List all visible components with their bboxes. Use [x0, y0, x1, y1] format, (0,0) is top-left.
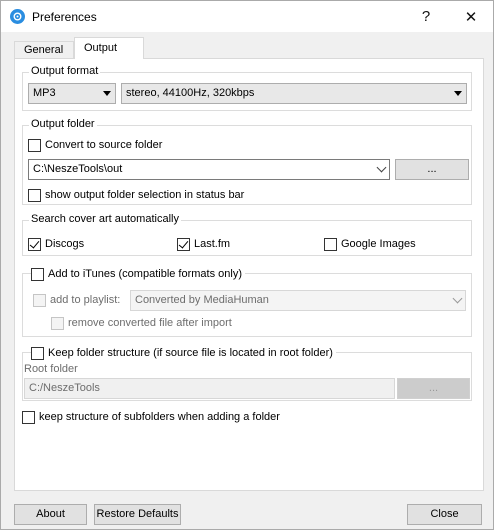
checkbox-box: [31, 346, 44, 360]
restore-defaults-button[interactable]: Restore Defaults: [94, 504, 181, 525]
help-button[interactable]: ?: [403, 1, 449, 32]
chevron-down-icon: [452, 293, 463, 304]
output-format-group: Output format MP3 stereo, 44100Hz, 320kb…: [22, 65, 472, 111]
chevron-down-icon: [103, 91, 111, 96]
tab-output[interactable]: Output: [74, 37, 144, 59]
convert-to-source-label: Convert to source folder: [45, 139, 163, 151]
format-select[interactable]: MP3: [28, 83, 116, 104]
close-button[interactable]: Close: [407, 504, 482, 525]
cover-art-group: Search cover art automatically Discogs L…: [22, 213, 472, 256]
add-to-itunes-label: Add to iTunes (compatible formats only): [48, 268, 243, 280]
chevron-down-icon: [454, 91, 462, 96]
title-bar: Preferences ? ✕: [1, 1, 493, 32]
quality-select[interactable]: stereo, 44100Hz, 320kbps: [121, 83, 467, 104]
close-window-button[interactable]: ✕: [448, 1, 494, 32]
keep-subfolders-checkbox[interactable]: keep structure of subfolders when adding…: [22, 410, 280, 424]
discogs-checkbox[interactable]: Discogs: [28, 237, 84, 251]
checkbox-box: [33, 293, 46, 307]
remove-after-import-label: remove converted file after import: [68, 317, 232, 329]
output-folder-title: Output folder: [29, 118, 97, 130]
google-images-checkbox[interactable]: Google Images: [324, 237, 416, 251]
remove-after-import-checkbox[interactable]: remove converted file after import: [51, 316, 232, 330]
browse-output-button[interactable]: ...: [395, 159, 469, 180]
checkbox-box: [28, 138, 41, 152]
root-folder-input[interactable]: C:/NeszeTools: [24, 378, 395, 399]
add-to-playlist-label: add to playlist:: [50, 294, 121, 306]
checkbox-box: [31, 267, 44, 281]
checkbox-box: [28, 237, 41, 251]
lastfm-label: Last.fm: [194, 238, 231, 250]
folder-structure-group: Keep folder structure (if source file is…: [22, 346, 472, 401]
cover-art-title: Search cover art automatically: [29, 213, 181, 225]
keep-subfolders-label: keep structure of subfolders when adding…: [39, 411, 280, 423]
itunes-group: Add to iTunes (compatible formats only) …: [22, 267, 472, 337]
keep-folder-structure-checkbox[interactable]: Keep folder structure (if source file is…: [31, 346, 336, 360]
tab-general[interactable]: General: [14, 41, 74, 59]
root-folder-label: Root folder: [24, 363, 78, 375]
chevron-down-icon: [376, 162, 387, 173]
window-title: Preferences: [32, 10, 97, 24]
format-select-value: MP3: [33, 87, 56, 99]
add-to-itunes-checkbox[interactable]: Add to iTunes (compatible formats only): [31, 267, 246, 281]
checkbox-box: [22, 410, 35, 424]
checkbox-box: [28, 188, 41, 202]
lastfm-checkbox[interactable]: Last.fm: [177, 237, 230, 251]
output-format-title: Output format: [29, 65, 101, 77]
preferences-window: Preferences ? ✕ General Output Output fo…: [0, 0, 494, 530]
convert-to-source-checkbox[interactable]: Convert to source folder: [28, 138, 162, 152]
browse-root-folder-button[interactable]: ...: [397, 378, 470, 399]
checkbox-box: [324, 237, 337, 251]
output-path-combo[interactable]: C:\NeszeTools\out: [28, 159, 390, 180]
show-in-status-bar-checkbox[interactable]: show output folder selection in status b…: [28, 188, 244, 202]
root-folder-value: C:/NeszeTools: [29, 382, 100, 394]
quality-select-value: stereo, 44100Hz, 320kbps: [126, 87, 255, 99]
discogs-label: Discogs: [45, 238, 85, 250]
output-folder-group: Output folder Convert to source folder C…: [22, 118, 472, 205]
output-path-value: C:\NeszeTools\out: [33, 163, 123, 175]
about-button[interactable]: About: [14, 504, 87, 525]
keep-folder-structure-label: Keep folder structure (if source file is…: [48, 347, 333, 359]
add-to-playlist-checkbox[interactable]: add to playlist:: [33, 293, 120, 307]
output-tab-panel: Output format MP3 stereo, 44100Hz, 320kb…: [14, 58, 484, 491]
google-images-label: Google Images: [341, 238, 416, 250]
show-in-status-bar-label: show output folder selection in status b…: [45, 189, 245, 201]
app-icon: [10, 9, 25, 24]
checkbox-box: [177, 237, 190, 251]
playlist-select-value: Converted by MediaHuman: [135, 294, 269, 306]
checkbox-box: [51, 316, 64, 330]
playlist-select[interactable]: Converted by MediaHuman: [130, 290, 466, 311]
